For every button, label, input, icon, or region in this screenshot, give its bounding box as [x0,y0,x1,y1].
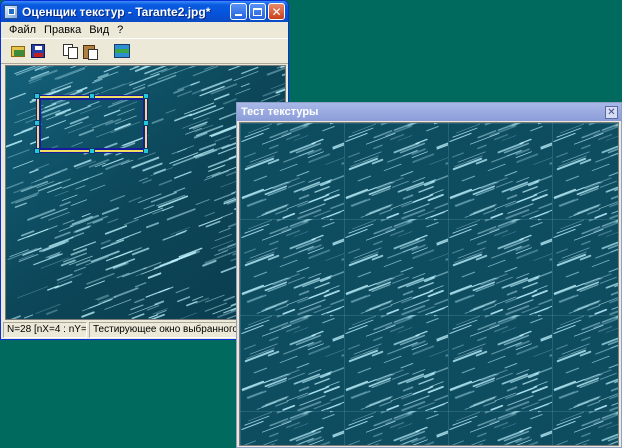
test-window-title: Тест текстуры [241,106,319,118]
minimize-icon [235,14,242,16]
toolbar [1,38,288,64]
save-button[interactable] [29,42,47,60]
status-counts: N=28 [nX=4 : nY=7] [3,322,87,338]
open-icon [11,45,25,57]
tile-test-button[interactable] [113,42,131,60]
menubar: Файл Правка Вид ? [1,22,288,38]
paste-button[interactable] [81,42,99,60]
selection-handle[interactable] [89,148,95,154]
close-icon: ✕ [271,4,282,19]
texture-test-window: Тест текстуры ✕ [236,102,622,448]
selection-handle[interactable] [34,120,40,126]
open-button[interactable] [9,42,27,60]
copy-button[interactable] [61,42,79,60]
copy-icon [63,44,78,59]
maximize-button[interactable] [249,3,266,20]
menu-file[interactable]: Файл [5,24,40,36]
selection-handle[interactable] [34,148,40,154]
main-titlebar[interactable]: Оценщик текстур - Tarante2.jpg* ✕ [1,1,288,22]
app-icon[interactable] [4,4,18,19]
paste-icon [83,44,98,60]
selection-handle[interactable] [89,93,95,99]
selection-handle[interactable] [143,148,149,154]
test-titlebar[interactable]: Тест текстуры ✕ [237,103,621,121]
selection-handle[interactable] [143,93,149,99]
selection-handle[interactable] [143,120,149,126]
menu-help[interactable]: ? [113,24,127,36]
selection-rectangle[interactable] [34,93,149,154]
main-window-title: Оценщик текстур - Tarante2.jpg* [22,4,211,19]
close-button[interactable]: ✕ [268,3,285,20]
minimize-button[interactable] [230,3,247,20]
maximize-icon [253,7,262,16]
tiled-texture-canvas[interactable] [239,122,619,446]
tile-icon [114,44,130,58]
save-icon [31,44,45,58]
tiled-texture-image [240,123,618,445]
close-icon: ✕ [607,106,616,118]
menu-edit[interactable]: Правка [40,24,85,36]
selection-handle[interactable] [34,93,40,99]
menu-view[interactable]: Вид [85,24,113,36]
test-close-button[interactable]: ✕ [605,105,618,119]
